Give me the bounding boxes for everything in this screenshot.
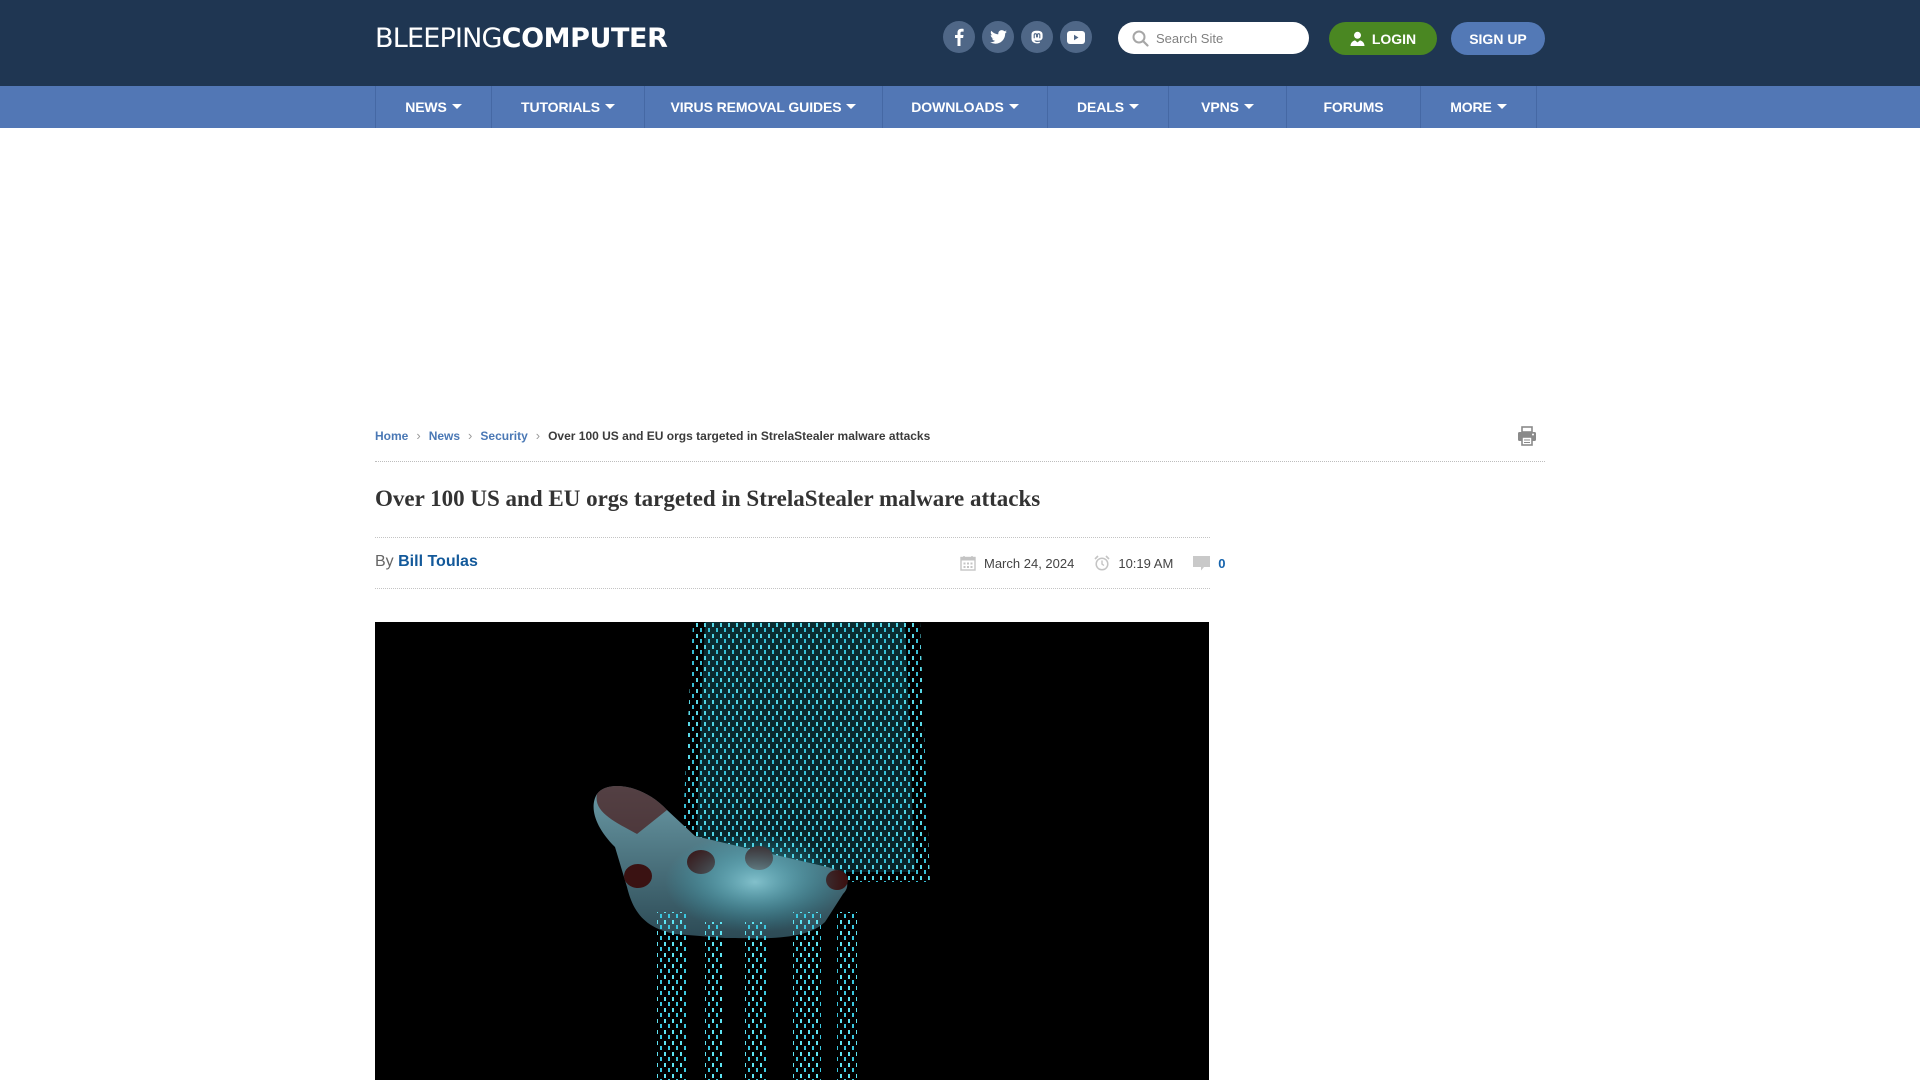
article-meta: March 24, 2024 10:19 AM 0 [960, 555, 1226, 571]
nav-item-virus-removal-guides[interactable]: VIRUS REMOVAL GUIDES [645, 86, 883, 128]
breadcrumb-news[interactable]: News [429, 429, 460, 443]
byline: By Bill Toulas [375, 553, 478, 571]
caret-down-icon [1243, 103, 1254, 109]
divider [375, 461, 1545, 462]
caret-down-icon [604, 103, 615, 109]
youtube-link[interactable] [1060, 21, 1092, 53]
nav-label: DOWNLOADS [911, 99, 1004, 115]
comment-icon [1193, 555, 1211, 570]
site-header: BLEEPINGCOMPUTER LOGIN SIGN UP [0, 0, 1920, 86]
caret-down-icon [1496, 103, 1507, 109]
youtube-icon [1067, 30, 1085, 44]
divider [375, 588, 1210, 589]
breadcrumb: Home › News › Security › Over 100 US and… [375, 428, 930, 443]
chevron-right-icon: › [416, 428, 421, 443]
mastodon-icon [1031, 30, 1043, 43]
search-box [1118, 22, 1309, 54]
login-button[interactable]: LOGIN [1329, 22, 1437, 55]
publish-time: 10:19 AM [1094, 555, 1173, 571]
breadcrumb-home[interactable]: Home [375, 429, 408, 443]
search-input[interactable] [1156, 30, 1296, 46]
search-icon[interactable] [1132, 30, 1149, 47]
nav-item-tutorials[interactable]: TUTORIALS [492, 86, 645, 128]
nav-item-vpns[interactable]: VPNS [1169, 86, 1287, 128]
logo-light-text: BLEEPING [375, 23, 502, 54]
date-text: March 24, 2024 [984, 555, 1075, 571]
signup-label: SIGN UP [1469, 30, 1527, 47]
nav-item-more[interactable]: MORE [1421, 86, 1537, 128]
chevron-right-icon: › [468, 428, 473, 443]
publish-date: March 24, 2024 [960, 555, 1074, 571]
social-links [943, 21, 1092, 53]
calendar-icon [960, 556, 976, 571]
facebook-link[interactable] [943, 21, 975, 53]
caret-down-icon [451, 103, 462, 109]
caret-down-icon [1008, 103, 1019, 109]
comment-count[interactable]: 0 [1218, 556, 1225, 571]
comments-link[interactable]: 0 [1193, 555, 1226, 571]
caret-down-icon [1128, 103, 1139, 109]
facebook-icon [955, 28, 964, 46]
article-hero-image [375, 622, 1209, 1080]
binary-hand-illustration [593, 622, 930, 1080]
nav-label: NEWS [405, 99, 447, 115]
nav-item-forums[interactable]: FORUMS [1287, 86, 1421, 128]
alarm-clock-icon [1094, 555, 1110, 571]
author-link[interactable]: Bill Toulas [398, 553, 478, 570]
caret-down-icon [846, 103, 857, 109]
chevron-right-icon: › [535, 428, 541, 443]
time-text: 10:19 AM [1118, 555, 1174, 571]
breadcrumb-security[interactable]: Security [480, 429, 527, 443]
printer-icon [1518, 426, 1536, 446]
nav-label: VIRUS REMOVAL GUIDES [670, 99, 842, 115]
twitter-link[interactable] [982, 21, 1014, 53]
site-logo[interactable]: BLEEPINGCOMPUTER [375, 22, 668, 54]
twitter-icon [989, 30, 1007, 44]
nav-label: MORE [1450, 99, 1492, 115]
divider [375, 537, 1210, 538]
print-button[interactable] [1516, 425, 1538, 452]
by-label: By [375, 553, 394, 570]
mastodon-link[interactable] [1021, 21, 1053, 53]
nav-menu: NEWS TUTORIALS VIRUS REMOVAL GUIDES DOWN… [375, 86, 1537, 128]
nav-item-downloads[interactable]: DOWNLOADS [883, 86, 1048, 128]
logo-bold-text: COMPUTER [501, 23, 668, 54]
user-icon [1350, 31, 1365, 46]
nav-label: FORUMS [1323, 99, 1384, 115]
nav-label: VPNS [1201, 99, 1239, 115]
signup-button[interactable]: SIGN UP [1451, 22, 1545, 55]
login-label: LOGIN [1371, 30, 1417, 47]
main-nav: NEWS TUTORIALS VIRUS REMOVAL GUIDES DOWN… [0, 86, 1920, 128]
breadcrumb-current: Over 100 US and EU orgs targeted in Stre… [548, 428, 931, 443]
nav-label: TUTORIALS [521, 99, 600, 115]
article-title: Over 100 US and EU orgs targeted in Stre… [375, 486, 1041, 511]
nav-item-deals[interactable]: DEALS [1048, 86, 1169, 128]
nav-label: DEALS [1077, 99, 1124, 115]
nav-item-news[interactable]: NEWS [376, 86, 492, 128]
